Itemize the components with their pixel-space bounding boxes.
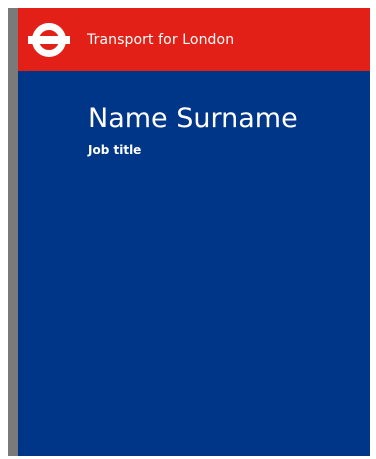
card-body: Name Surname Job title [18, 71, 370, 456]
job-title: Job title [88, 143, 142, 157]
person-name: Name Surname [88, 103, 298, 134]
page: Transport for London Name Surname Job ti… [0, 0, 376, 459]
card-header: Transport for London [18, 8, 370, 71]
brand-name: Transport for London [87, 31, 235, 48]
tfl-roundel-icon [28, 19, 70, 61]
card-main: Transport for London Name Surname Job ti… [18, 8, 370, 456]
card-edge [8, 8, 18, 456]
id-card: Transport for London Name Surname Job ti… [8, 8, 370, 456]
roundel-bar [28, 35, 70, 44]
